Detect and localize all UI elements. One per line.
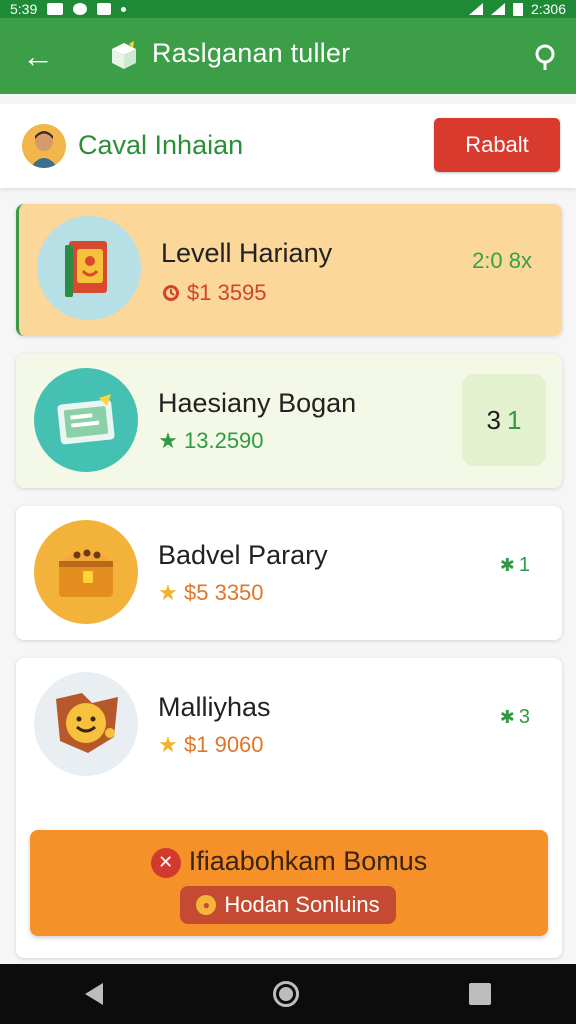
level-value: 2:0 8x (472, 248, 532, 273)
level-meta: ★ 13.2590 (158, 428, 264, 454)
bonus-panel: ✕ Ifiaabohkam Bomus ● Hodan Sonluins (30, 830, 548, 936)
nav-recent-icon[interactable] (469, 983, 491, 1005)
level-meta: ★ $5 3350 (158, 580, 264, 606)
battery-icon (512, 2, 523, 16)
notification-dot-icon (121, 6, 127, 12)
status-bar: 5:39 2:306 (0, 0, 576, 18)
level-card[interactable]: Badvel Parary ★ $5 3350 ✱ 1 (16, 506, 562, 640)
level-meta-value: $1 9060 (184, 732, 264, 757)
search-button[interactable] (526, 38, 564, 76)
value-badge-accent: 1 (507, 404, 522, 435)
nav-back-icon[interactable] (85, 983, 103, 1005)
star-icon: ★ (158, 428, 178, 453)
arrow-left-icon: ← (22, 37, 54, 74)
level-title: Malliyhas (158, 692, 271, 722)
wifi-icon (468, 3, 483, 15)
notification-icon (47, 3, 64, 15)
status-clock: 2:306 (530, 1, 566, 17)
notification-icon (97, 3, 112, 15)
avatar[interactable] (22, 124, 66, 168)
box-logo-icon (112, 41, 136, 69)
notification-icon (73, 3, 88, 15)
rank-star-icon: ✱ (499, 707, 515, 727)
bonus-title-row: ✕ Ifiaabohkam Bomus (30, 846, 548, 878)
app-bar: ← Raslganan tuller (0, 18, 576, 94)
nav-home-icon[interactable] (273, 981, 299, 1007)
level-meta: ★ $1 9060 (158, 732, 264, 758)
level-title: Levell Hariany (161, 238, 333, 268)
coin-icon: ● (196, 895, 217, 915)
rabalt-button[interactable]: Rabalt (434, 118, 560, 172)
level-icon-wrap (34, 368, 138, 472)
level-meta-value: $5 3350 (184, 580, 264, 605)
value-badge-main: 3 (486, 404, 501, 435)
star-icon: ★ (158, 580, 178, 605)
certificate-icon (57, 394, 115, 445)
smiley-badge-icon (56, 693, 118, 753)
level-title: Haesiany Bogan (158, 388, 357, 418)
level-title: Badvel Parary (158, 540, 328, 570)
status-time: 5:39 (10, 1, 38, 17)
user-avatar-icon (22, 124, 66, 168)
level-rank: ✱ 1 (500, 554, 530, 577)
profile-name: Caval Inhaian (78, 130, 244, 160)
book-icon (65, 241, 107, 297)
level-card[interactable]: Levell Hariany $1 3595 2:0 8x (16, 204, 562, 336)
rank-star-icon: ✱ (499, 555, 515, 575)
search-icon (535, 44, 555, 70)
level-icon-wrap (34, 672, 138, 776)
bonus-button[interactable]: ● Hodan Sonluins (180, 886, 396, 924)
star-icon: ★ (158, 732, 178, 757)
level-meta-value: 13.2590 (184, 428, 264, 453)
level-rank: ✱ 3 (500, 706, 530, 729)
bonus-title: Ifiaabohkam Bomus (188, 846, 428, 876)
level-icon-wrap (34, 520, 138, 624)
rank-value: 1 (518, 554, 530, 576)
cross-icon: ✕ (150, 847, 181, 878)
level-meta: $1 3595 (161, 280, 267, 306)
clock-icon (161, 283, 181, 303)
app-title: Raslganan tuller (152, 38, 351, 68)
rank-value: 3 (518, 706, 530, 728)
treasure-chest-icon (59, 549, 113, 597)
back-button[interactable]: ← (18, 36, 58, 76)
level-meta-value: $1 3595 (187, 280, 267, 305)
bonus-button-label: Hodan Sonluins (224, 892, 380, 917)
level-icon-wrap (37, 216, 141, 320)
profile-card: Caval Inhaian Rabalt (0, 104, 576, 188)
system-nav-bar (0, 964, 576, 1024)
value-badge: 3 1 (462, 374, 546, 466)
signal-icon (490, 3, 505, 15)
level-card[interactable]: Haesiany Bogan ★ 13.2590 3 1 (16, 354, 562, 488)
